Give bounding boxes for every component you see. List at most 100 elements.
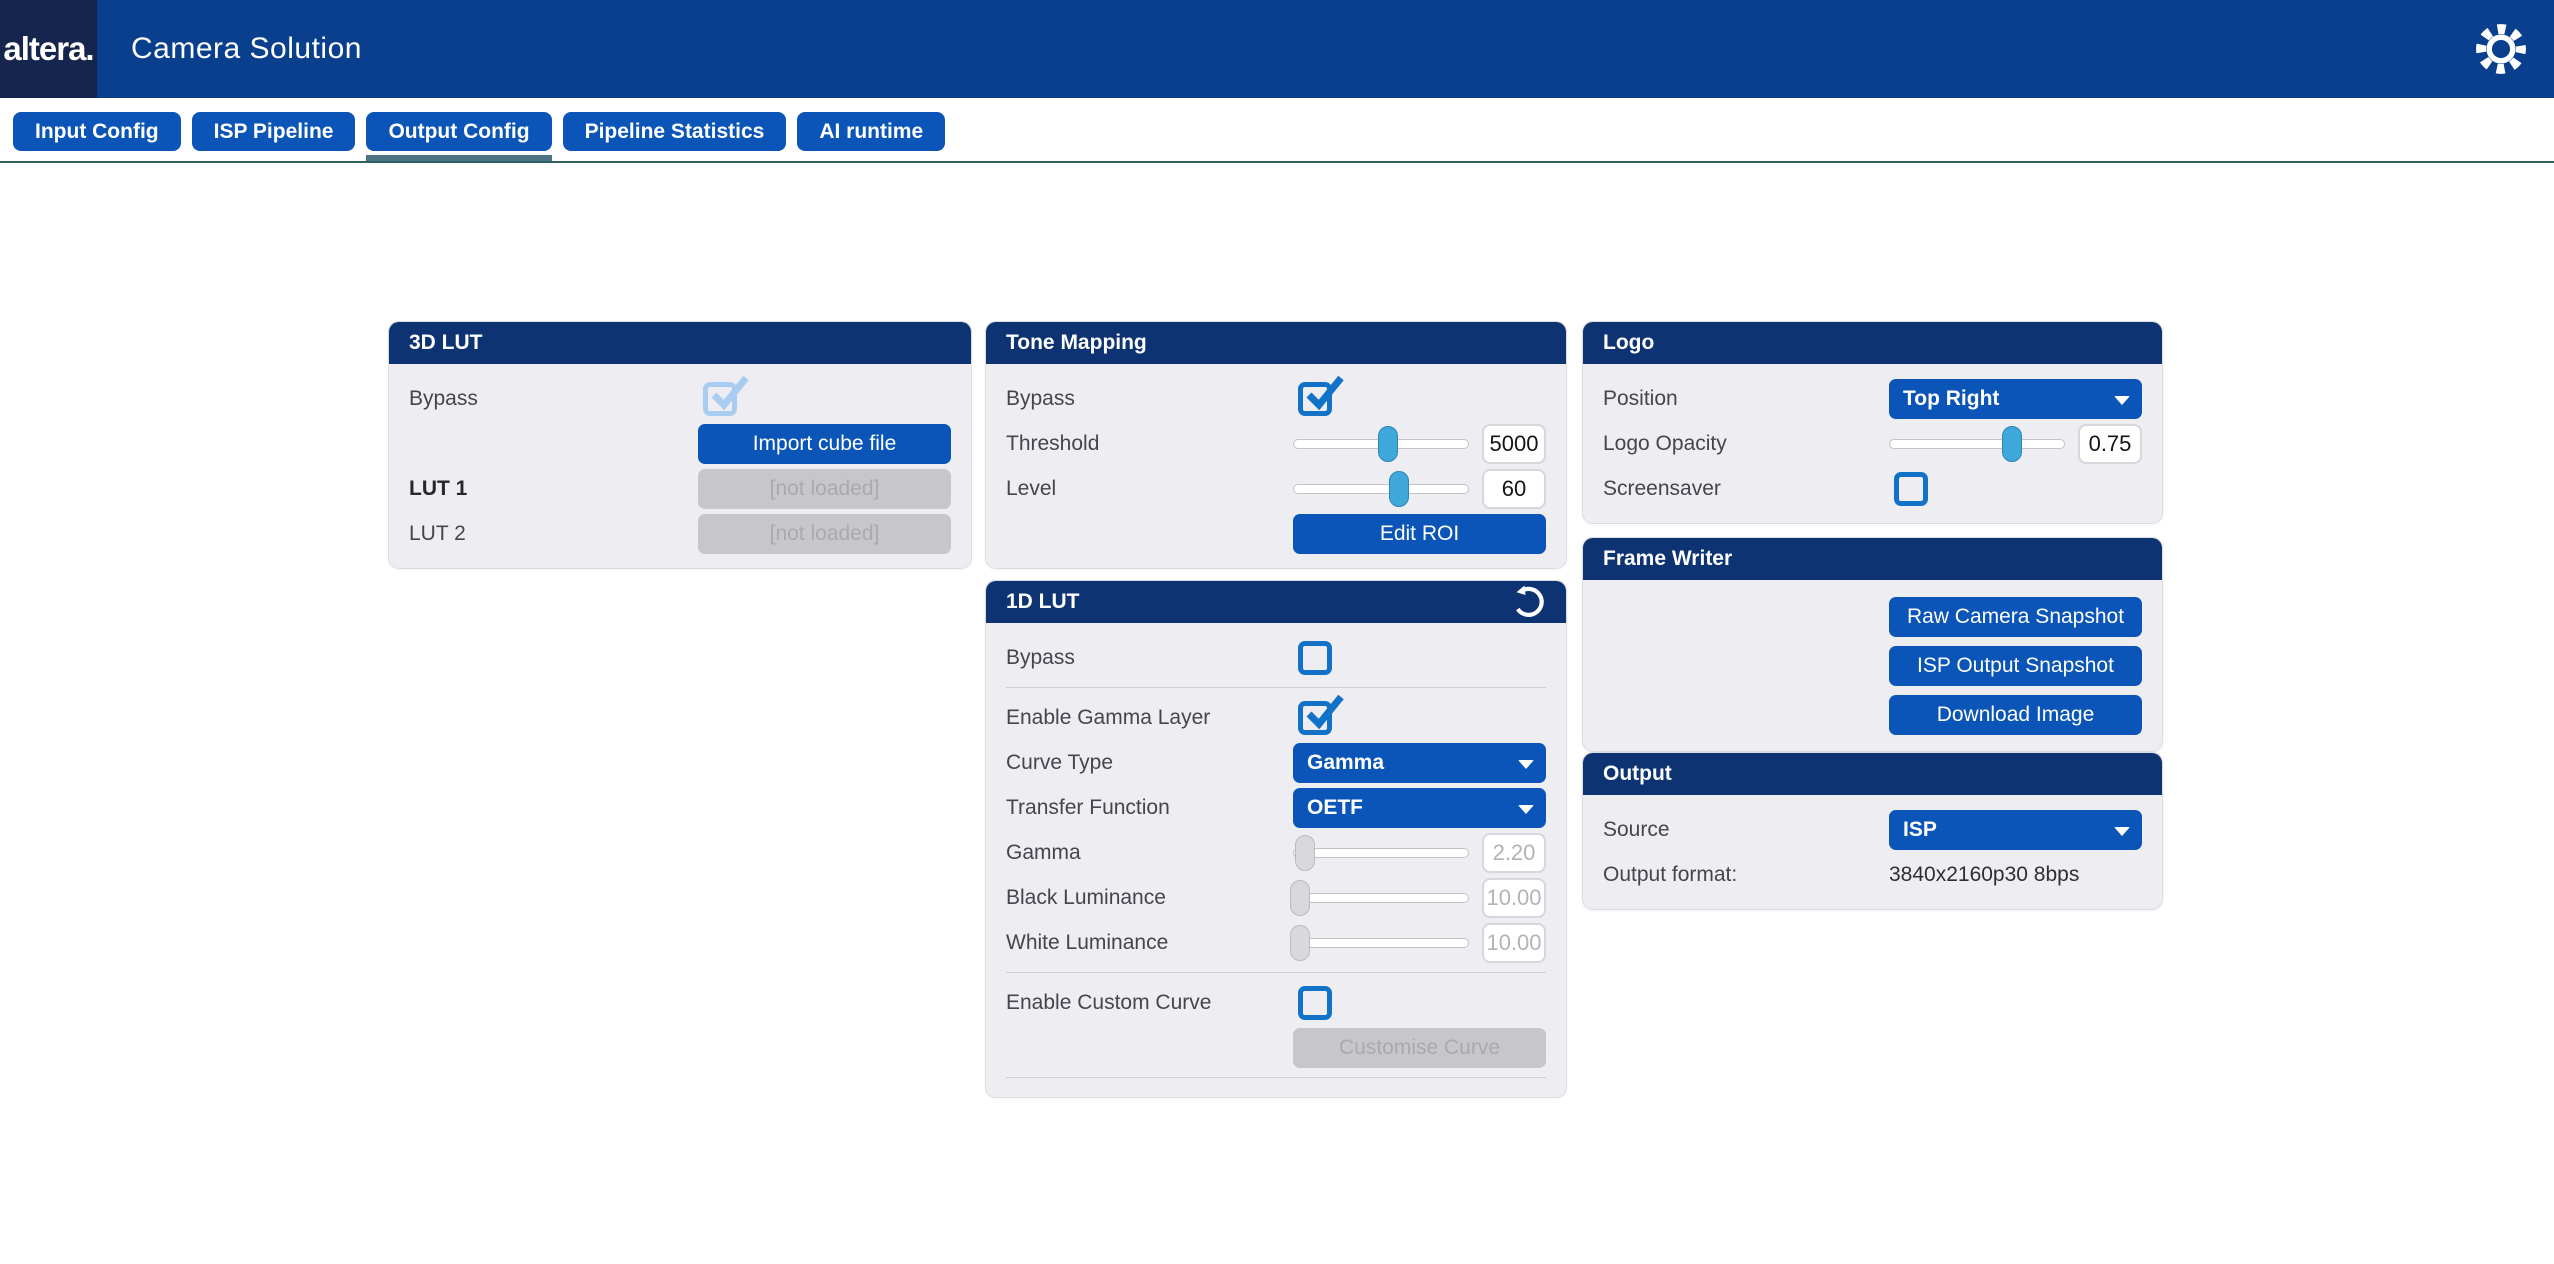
panel-logo-title: Logo [1603,331,1654,355]
panel-tone-mapping: Tone Mapping Bypass Threshold [985,321,1567,569]
lut1-label: LUT 1 [409,477,698,501]
chevron-down-icon [1518,760,1534,769]
gamma-label: Gamma [1006,841,1293,865]
download-image-button[interactable]: Download Image [1889,695,2142,735]
slider-track [1293,893,1469,903]
row-customise-curve: Customise Curve [1006,1025,1546,1070]
panel-1d-lut-title: 1D LUT [1006,590,1080,614]
brand-text: altera. [3,30,93,68]
logo-opacity-slider[interactable] [1889,425,2065,463]
output-source-select[interactable]: ISP [1889,810,2142,850]
logo-position-selected-value: Top Right [1903,387,1999,411]
check-icon [705,371,751,417]
slider-handle [1290,880,1310,916]
curve-type-select[interactable]: Gamma [1293,743,1546,783]
source-label: Source [1603,818,1889,842]
gamma-slider [1293,834,1469,872]
panel-output-body: Source ISP Output format: 3840x2160p30 8… [1583,795,2162,909]
chevron-down-icon [1518,805,1534,814]
enable-custom-curve-label: Enable Custom Curve [1006,991,1293,1015]
screensaver-label: Screensaver [1603,477,1889,501]
camera-solution-app: altera. Camera Solution Input Config ISP… [0,0,2554,1264]
row-curve-type: Curve Type Gamma [1006,740,1546,785]
level-value-input[interactable]: 60 [1482,469,1546,509]
panel-frame-writer-title: Frame Writer [1603,547,1732,571]
curve-type-label: Curve Type [1006,751,1293,775]
threshold-value-input[interactable]: 5000 [1482,424,1546,464]
white-luminance-slider [1293,924,1469,962]
level-slider[interactable] [1293,470,1469,508]
row-level: Level 60 [1006,466,1546,511]
slider-handle[interactable] [1389,471,1409,507]
row-lut1: LUT 1 [not loaded] [409,466,951,511]
1d-bypass-checkbox[interactable] [1298,641,1332,675]
panel-output-header: Output [1583,753,2162,795]
tab-isp-pipeline[interactable]: ISP Pipeline [192,112,356,151]
tab-ai-runtime[interactable]: AI runtime [797,112,945,151]
panel-3d-lut-title: 3D LUT [409,331,483,355]
panel-1d-lut: 1D LUT Bypass Enable Gamma Layer [985,580,1567,1098]
page-title: Camera Solution [131,32,362,66]
row-import-cube: Import cube file [409,421,951,466]
panel-3d-lut-body: Bypass Import cube file LUT 1 [389,364,971,568]
slider-handle [1290,925,1310,961]
isp-output-snapshot-button[interactable]: ISP Output Snapshot [1889,646,2142,686]
row-1d-bypass: Bypass [1006,635,1546,680]
level-label: Level [1006,477,1293,501]
slider-track [1889,439,2065,449]
row-enable-custom-curve: Enable Custom Curve [1006,980,1546,1025]
lut1-file-button: [not loaded] [698,469,951,509]
panel-frame-writer-header: Frame Writer [1583,538,2162,580]
panel-3d-lut: 3D LUT Bypass Import cube file [388,321,972,569]
screensaver-checkbox[interactable] [1894,472,1928,506]
threshold-slider[interactable] [1293,425,1469,463]
output-format-label: Output format: [1603,863,1889,887]
bypass-checkbox[interactable] [703,382,737,416]
output-source-selected-value: ISP [1903,818,1937,842]
raw-camera-snapshot-button[interactable]: Raw Camera Snapshot [1889,597,2142,637]
row-threshold: Threshold 5000 [1006,421,1546,466]
logo-opacity-value-input[interactable]: 0.75 [2078,424,2142,464]
enable-gamma-checkbox[interactable] [1298,701,1332,735]
bypass-label: Bypass [1006,646,1293,670]
row-screensaver: Screensaver [1603,466,2142,511]
panel-frame-writer-body: Raw Camera Snapshot ISP Output Snapshot … [1583,580,2162,751]
row-edit-roi: Edit ROI [1006,511,1546,556]
customise-curve-button: Customise Curve [1293,1028,1546,1068]
row-output-format: Output format: 3840x2160p30 8bps [1603,852,2142,897]
gear-icon[interactable] [2472,20,2530,78]
section-divider [1006,687,1546,688]
row-raw-camera-snapshot: Raw Camera Snapshot [1603,592,2142,641]
lut2-label: LUT 2 [409,522,698,546]
tab-bar: Input Config ISP Pipeline Output Config … [13,112,945,151]
tab-pipeline-statistics[interactable]: Pipeline Statistics [563,112,787,151]
tab-input-config[interactable]: Input Config [13,112,181,151]
check-icon [1300,371,1346,417]
chevron-down-icon [2114,396,2130,405]
transfer-function-selected-value: OETF [1307,796,1363,820]
top-bar: altera. Camera Solution [0,0,2554,98]
slider-handle [1295,835,1315,871]
row-gamma: Gamma 2.20 [1006,830,1546,875]
reset-icon[interactable] [1510,584,1546,620]
row-enable-gamma: Enable Gamma Layer [1006,695,1546,740]
output-format-value: 3840x2160p30 8bps [1889,863,2079,887]
tab-output-config[interactable]: Output Config [366,112,551,151]
row-source: Source ISP [1603,807,2142,852]
slider-track [1293,484,1469,494]
black-luminance-slider [1293,879,1469,917]
section-divider [1006,972,1546,973]
row-position: Position Top Right [1603,376,2142,421]
slider-handle[interactable] [2002,426,2022,462]
white-luminance-value-input: 10.00 [1482,923,1546,963]
altera-logo: altera. [0,0,97,98]
section-divider [1006,1077,1546,1078]
logo-position-select[interactable]: Top Right [1889,379,2142,419]
tm-bypass-checkbox[interactable] [1298,382,1332,416]
slider-handle[interactable] [1378,426,1398,462]
import-cube-file-button[interactable]: Import cube file [698,424,951,464]
transfer-function-select[interactable]: OETF [1293,788,1546,828]
enable-custom-curve-checkbox[interactable] [1298,986,1332,1020]
row-logo-opacity: Logo Opacity 0.75 [1603,421,2142,466]
edit-roi-button[interactable]: Edit ROI [1293,514,1546,554]
